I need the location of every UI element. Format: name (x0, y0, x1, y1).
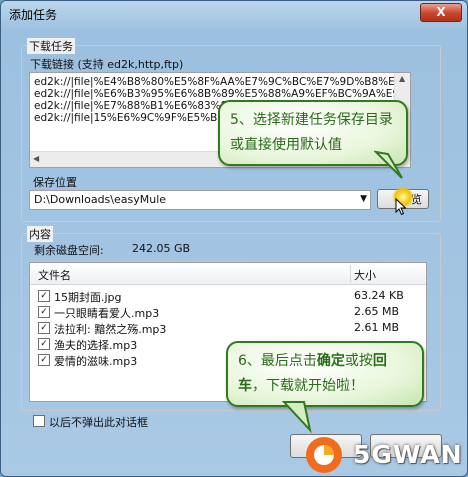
step6-prefix: 6、最后点击 (238, 353, 317, 369)
step6-callout-pointer (281, 401, 312, 434)
column-header-name[interactable]: 文件名 (38, 267, 71, 283)
disk-space-value: 242.05 GB (132, 242, 191, 255)
file-checkbox[interactable]: ✓ (38, 338, 50, 350)
link-line: ed2k://|file|15%E6%9C%9F%E5%B0 (34, 112, 225, 124)
step5-callout-pointer (374, 150, 403, 179)
close-button[interactable]: X (420, 3, 462, 22)
disk-space-label: 剩余磁盘空间: (34, 244, 104, 257)
step6-callout: 6、最后点击确定或按回车，下载就开始啦！ (226, 341, 424, 407)
step6-mid: 或按 (344, 353, 373, 369)
list-item[interactable]: ✓ 法拉利: 黯然之殇.mp3 2.61 MB (30, 320, 426, 336)
list-item[interactable]: ✓ 一只眼睛看爱人.mp3 2.65 MB (30, 304, 426, 320)
scroll-up-icon[interactable]: ▲ (399, 74, 405, 83)
step5-text: 5、选择新建任务保存目录或直接使用默认值 (230, 112, 393, 153)
link-line: ed2k://|file|%E6%B3%95%E6%8B%89%E5%88%A9… (34, 88, 411, 100)
download-task-group-label: 下载任务 (27, 38, 75, 54)
column-divider[interactable] (350, 265, 351, 282)
file-checkbox[interactable]: ✓ (38, 290, 50, 302)
window-title: 添加任务 (9, 8, 58, 22)
download-links-label: 下载链接 (支持 ed2k,http,ftp) (30, 58, 184, 71)
file-list-header: 文件名 大小 (30, 263, 426, 285)
save-location-value: D:\Downloads\easyMule (34, 193, 167, 206)
content-group-label: 内容 (27, 226, 53, 242)
file-size: 2.65 MB (354, 305, 400, 318)
file-name: 爱情的滋味.mp3 (54, 355, 138, 368)
save-location-combo[interactable]: D:\Downloads\easyMule ▼ (29, 190, 371, 210)
link-line: ed2k://|file|%E4%B8%80%E5%8F%AA%E7%9C%BC… (34, 76, 411, 88)
no-popup-checkbox[interactable] (33, 415, 45, 427)
save-location-label: 保存位置 (33, 176, 77, 189)
file-name: 一只眼睛看爱人.mp3 (54, 307, 160, 320)
scroll-left-icon[interactable]: ◀ (33, 154, 39, 163)
file-name: 15期封面.jpg (54, 291, 122, 304)
watermark-logo: 5GWAN (295, 432, 468, 477)
column-header-size[interactable]: 大小 (354, 267, 376, 283)
file-name: 法拉利: 黯然之殇.mp3 (54, 323, 167, 336)
list-item[interactable]: ✓ 15期封面.jpg 63.24 KB (30, 288, 426, 304)
watermark-text: 5GWAN (353, 440, 463, 469)
step6-suffix: ，下载就开始啦！ (252, 378, 364, 394)
chevron-down-icon[interactable]: ▼ (360, 194, 367, 204)
file-checkbox[interactable]: ✓ (38, 322, 50, 334)
mouse-cursor-icon (395, 198, 407, 216)
file-name: 渔夫的选择.mp3 (54, 339, 138, 352)
logo-swirl-icon (306, 437, 342, 473)
file-size: 63.24 KB (354, 289, 404, 302)
step6-bold: 确定 (316, 353, 345, 369)
file-checkbox[interactable]: ✓ (38, 354, 50, 366)
no-popup-label: 以后不弹出此对话框 (49, 416, 148, 429)
title-bar: 添加任务 X (1, 1, 467, 27)
file-checkbox[interactable]: ✓ (38, 306, 50, 318)
link-line: ed2k://|file|%E7%88%B1%E6%83%85 (34, 100, 235, 112)
file-size: 2.61 MB (354, 321, 400, 334)
